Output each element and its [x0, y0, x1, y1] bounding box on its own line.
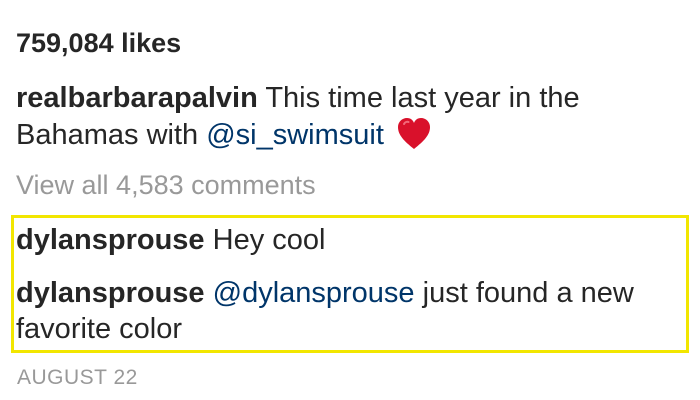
post-caption: realbarbarapalvin This time last year in… [16, 80, 676, 153]
comment-item: dylansprouse @dylansprouse just found a … [16, 275, 682, 347]
caption-username[interactable]: realbarbarapalvin [16, 82, 258, 114]
comment-item: dylansprouse Hey cool [16, 222, 682, 258]
comment-username[interactable]: dylansprouse [16, 277, 205, 309]
caption-mention[interactable]: @si_swimsuit [206, 119, 384, 151]
red-heart-icon [397, 118, 430, 149]
comment-username[interactable]: dylansprouse [16, 224, 205, 256]
likes-count[interactable]: 759,084 likes [16, 28, 181, 59]
comment-mention[interactable]: @dylansprouse [213, 277, 415, 309]
view-all-comments-link[interactable]: View all 4,583 comments [16, 170, 316, 201]
post-timestamp: AUGUST 22 [17, 366, 138, 389]
comment-text: Hey cool [212, 224, 326, 256]
